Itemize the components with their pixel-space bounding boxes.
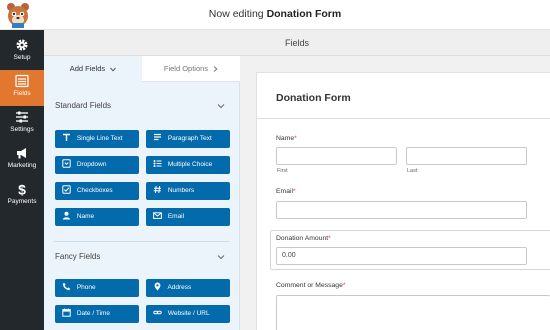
comment-label-text: Comment or Message — [276, 282, 343, 289]
field-button-label: Email — [167, 213, 185, 220]
editing-form-name: Donation Form — [266, 8, 342, 20]
field-button-email[interactable]: Email — [146, 208, 230, 226]
field-button-numbers[interactable]: Numbers — [146, 182, 230, 200]
field-button-label: Numbers — [167, 187, 195, 194]
gear-icon — [16, 39, 28, 51]
field-button-website-url[interactable]: Website / URL — [146, 305, 230, 323]
sidebar-item-payments[interactable]: $ Payments — [0, 178, 44, 214]
field-button-label: Paragraph Text — [167, 135, 212, 142]
add-fields-panel: Add Fields Field Options Standard Fields… — [44, 56, 240, 330]
email-input[interactable] — [276, 201, 527, 219]
field-button-name[interactable]: Name — [55, 208, 139, 226]
required-marker: * — [293, 188, 296, 195]
name-field-label: Name* — [276, 135, 297, 142]
megaphone-icon — [17, 148, 26, 159]
chevron-down-icon[interactable] — [217, 103, 225, 109]
chevron-down-icon[interactable] — [217, 254, 225, 260]
field-button-label: Address — [167, 284, 192, 291]
required-marker: * — [294, 135, 297, 142]
sliders-icon — [16, 111, 28, 123]
tab-field-options-label: Field Options — [163, 64, 209, 73]
user-icon — [62, 211, 71, 220]
chevron-right-icon — [213, 66, 218, 72]
field-button-label: Single Line Text — [76, 135, 123, 142]
list-icon — [153, 159, 162, 167]
field-button-multiple-choice[interactable]: Multiple Choice — [146, 156, 230, 174]
tab-add-fields[interactable]: Add Fields — [44, 56, 142, 82]
form-title-divider — [256, 118, 550, 119]
form-title: Donation Form — [276, 92, 351, 104]
top-header: Now editing Donation Form — [0, 0, 550, 30]
svg-text:$: $ — [18, 182, 26, 196]
checkbox-icon — [62, 185, 71, 194]
field-button-label: Name — [76, 213, 95, 220]
field-button-label: Checkboxes — [76, 187, 113, 194]
field-button-label: Date / Time — [76, 310, 111, 317]
text-icon — [63, 133, 70, 141]
map-pin-icon — [154, 282, 161, 291]
editing-prefix: Now editing — [208, 8, 264, 20]
last-sublabel: Last — [407, 168, 418, 174]
sidebar-item-marketing[interactable]: Marketing — [0, 142, 44, 178]
sidebar-item-settings[interactable]: Settings — [0, 106, 44, 142]
required-marker: * — [328, 235, 331, 242]
sidebar-item-setup[interactable]: Setup — [0, 34, 44, 70]
field-button-dropdown[interactable]: Dropdown — [55, 156, 139, 174]
field-button-checkboxes[interactable]: Checkboxes — [55, 182, 139, 200]
field-button-paragraph-text[interactable]: Paragraph Text — [146, 130, 230, 148]
phone-icon — [62, 282, 71, 290]
donation-amount-input[interactable]: 0.00 — [276, 247, 527, 265]
standard-fields-title: Standard Fields — [55, 101, 112, 110]
field-button-date-time[interactable]: Date / Time — [55, 305, 139, 323]
calendar-icon — [62, 308, 71, 317]
email-label-text: Email — [276, 188, 293, 195]
panel-tabs: Add Fields Field Options — [44, 56, 240, 82]
paragraph-icon — [154, 133, 161, 140]
comment-field-label: Comment or Message* — [276, 282, 346, 289]
donation-amount-label: Donation Amount* — [276, 235, 331, 242]
field-button-label: Dropdown — [76, 161, 107, 168]
envelope-icon — [153, 212, 162, 219]
sidebar-item-label: Fields — [13, 90, 31, 97]
last-name-input[interactable] — [406, 147, 527, 165]
chevron-down-icon — [110, 67, 117, 72]
fields-icon — [15, 74, 29, 88]
first-name-input[interactable] — [276, 147, 397, 165]
field-button-address[interactable]: Address — [146, 279, 230, 297]
fancy-fields-title: Fancy Fields — [55, 252, 101, 261]
comment-textarea[interactable] — [276, 295, 550, 330]
email-field-label: Email* — [276, 188, 296, 195]
dollar-icon: $ — [18, 182, 26, 196]
field-button-single-line-text[interactable]: Single Line Text — [55, 130, 139, 148]
donation-amount-label-text: Donation Amount — [276, 235, 329, 242]
sidebar-item-label: Settings — [10, 126, 34, 133]
hash-icon — [153, 185, 161, 193]
section-divider — [54, 241, 230, 242]
required-marker: * — [342, 282, 346, 289]
link-icon — [153, 310, 162, 315]
field-button-phone[interactable]: Phone — [55, 279, 139, 297]
field-button-label: Phone — [76, 284, 96, 291]
sidebar-item-fields[interactable]: Fields — [0, 70, 44, 106]
dropdown-icon — [62, 159, 71, 168]
editing-title: Now editing Donation Form — [0, 8, 550, 20]
sidebar-item-label: Setup — [13, 54, 31, 61]
tab-add-fields-label: Add Fields — [69, 64, 106, 73]
sidebar-item-label: Payments — [7, 198, 37, 205]
first-sublabel: First — [277, 168, 288, 174]
left-sidebar: Setup Fields Settings Marketing $ Paymen… — [0, 30, 44, 330]
field-button-label: Multiple Choice — [167, 161, 213, 168]
tab-field-options[interactable]: Field Options — [142, 56, 240, 82]
fields-title-bar: Fields — [44, 30, 550, 56]
sidebar-item-label: Marketing — [7, 162, 37, 169]
name-label-text: Name — [276, 135, 295, 142]
field-button-label: Website / URL — [167, 310, 210, 317]
